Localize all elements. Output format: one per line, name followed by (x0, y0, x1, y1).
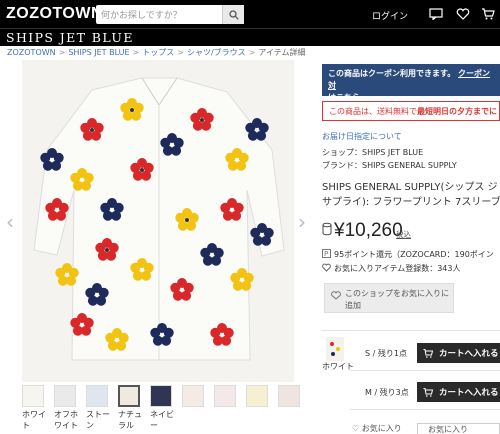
breadcrumb-item[interactable]: SHIPS JET BLUE (68, 48, 129, 57)
delivery-date-link[interactable]: お届け日指定について (322, 131, 402, 142)
price: ¥10,260 (334, 220, 403, 241)
tax-label[interactable]: 税込 (396, 229, 411, 240)
favorites-count: お気に入りアイテム登録数：343人 (334, 264, 461, 273)
shop-header: SHIPS JET BLUE (0, 28, 500, 46)
heart-outline-icon (322, 263, 331, 272)
shipping-notice-emphasis: 最短明日の夕方までに (417, 107, 497, 116)
add-to-cart-button[interactable]: カートへ入れる (417, 382, 500, 402)
points-text: 95ポイント還元（ZOZOCARD：190ポイン (334, 250, 494, 259)
search-button[interactable] (222, 5, 244, 24)
shipping-notice-text: この商品は、送料無料で (329, 107, 417, 116)
product-title-line: SHIPS GENERAL SUPPLY(シップス ジ (322, 182, 498, 193)
prev-image-arrow[interactable]: ‹ (6, 210, 14, 234)
search-icon (228, 9, 239, 20)
message-icon[interactable] (429, 8, 443, 20)
thumbnail[interactable] (278, 385, 300, 407)
thumbnail-selected[interactable] (118, 385, 140, 407)
cart-icon[interactable] (481, 8, 495, 20)
thumbnail-label: ホワイト (22, 410, 46, 430)
login-link[interactable]: ログイン (372, 9, 408, 22)
thumbnail[interactable] (214, 385, 236, 407)
thumbnail[interactable] (22, 385, 44, 407)
thumbnail-label: オフホワイト (54, 410, 78, 430)
cart-icon (423, 348, 433, 358)
add-to-cart-label: カートへ入れる (439, 388, 499, 398)
add-to-cart-label: カートへ入れる (439, 349, 499, 359)
breadcrumb: ZOZOTOWN > SHIPS JET BLUE > トップス > シャツ/ブラウス > アイ… (7, 48, 306, 57)
add-item-favorite-button[interactable]: お気に入り (417, 423, 500, 434)
breadcrumb-item[interactable]: トップス (142, 48, 174, 57)
points-icon: P (322, 249, 331, 258)
shop-name[interactable]: SHIPS JET BLUE (6, 30, 134, 45)
breadcrumb-item[interactable]: シャツ/ブラウス (187, 48, 246, 57)
coupon-text: この商品はクーポン利用できます。 (328, 69, 456, 78)
heart-icon[interactable] (456, 8, 470, 20)
coupon-banner: この商品はクーポン利用できます。 クーポン対 はこちら (322, 64, 500, 102)
global-header: ZOZOTOWN 何かお探しですか？ ログイン (0, 0, 500, 28)
product-image[interactable] (22, 60, 294, 382)
thumbnail-label: ネイビー (150, 410, 174, 430)
thumbnail-label: ナチュラル (118, 410, 142, 430)
add-shop-favorite-label: 追加 (345, 301, 361, 310)
thumbnail[interactable] (246, 385, 268, 407)
search-box[interactable]: 何かお探しですか？ (96, 5, 244, 24)
thumbnail-label: ストーン (86, 410, 110, 430)
size-stock: M / 残り3点 (365, 388, 409, 397)
thumbnail[interactable] (54, 385, 76, 407)
add-item-favorite-button[interactable]: ♡ お気に入り (352, 423, 410, 434)
add-shop-favorite-button[interactable]: このショップをお気に入りに 追加 (324, 283, 454, 313)
cart-icon (423, 387, 433, 397)
shop-line[interactable]: ショップ：SHIPS JET BLUE (322, 147, 423, 158)
search-input[interactable]: 何かお探しですか？ (101, 8, 182, 21)
product-title-line: サプライ): フラワープリント 7スリーブ (322, 197, 500, 208)
svg-text:P: P (324, 250, 328, 258)
product-title: SHIPS GENERAL SUPPLY(シップス ジ サプライ): フラワープ… (322, 180, 500, 210)
thumbnail[interactable] (182, 385, 204, 407)
heart-icon (331, 291, 341, 300)
shipping-notice: この商品は、送料無料で最短明日の夕方までに (322, 101, 500, 121)
breadcrumb-item[interactable]: ZOZOTOWN (7, 48, 56, 57)
size-stock: S / 残り1点 (365, 349, 407, 358)
variant-thumbnail (326, 337, 344, 361)
divider (322, 330, 500, 331)
thumbnail[interactable] (150, 385, 172, 407)
divider (350, 409, 500, 410)
site-logo[interactable]: ZOZOTOWN (6, 5, 103, 23)
add-to-cart-button[interactable]: カートへ入れる (417, 343, 500, 363)
divider (350, 370, 500, 371)
add-shop-favorite-label: このショップをお気に入りに (345, 289, 449, 298)
coin-stack-icon (322, 222, 332, 236)
flower-shirt-illustration (22, 60, 294, 382)
next-image-arrow[interactable]: › (298, 210, 306, 234)
brand-line[interactable]: ブランド：SHIPS GENERAL SUPPLY (322, 160, 457, 171)
thumbnail[interactable] (86, 385, 108, 407)
breadcrumb-current: アイテム詳細 (258, 48, 306, 57)
